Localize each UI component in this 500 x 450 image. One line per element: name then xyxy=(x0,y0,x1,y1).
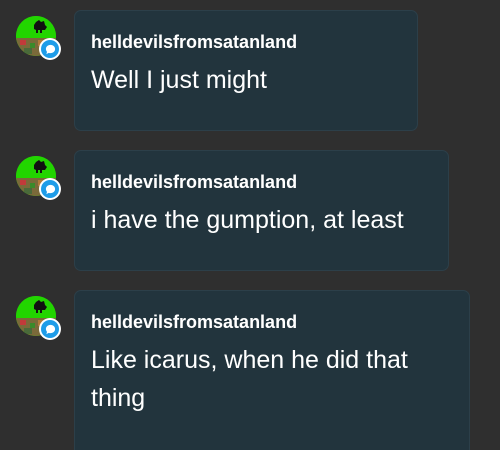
message-text: i have the gumption, at least xyxy=(91,206,404,234)
message-thread: helldevilsfromsatanland Well I just migh… xyxy=(0,0,500,450)
message-text: Like icarus, when he did that thing xyxy=(91,346,408,412)
message-username[interactable]: helldevilsfromsatanland xyxy=(91,311,453,333)
chat-bubble-icon xyxy=(39,318,61,340)
message-bubble: helldevilsfromsatanland Like icarus, whe… xyxy=(74,290,470,450)
message-bubble: helldevilsfromsatanland Well I just migh… xyxy=(74,10,418,131)
message-username[interactable]: helldevilsfromsatanland xyxy=(91,31,401,53)
message-text: Well I just might xyxy=(91,66,267,94)
chat-bubble-icon xyxy=(39,178,61,200)
message-bubble: helldevilsfromsatanland i have the gumpt… xyxy=(74,150,449,271)
message-username[interactable]: helldevilsfromsatanland xyxy=(91,171,432,193)
chat-bubble-icon xyxy=(39,38,61,60)
